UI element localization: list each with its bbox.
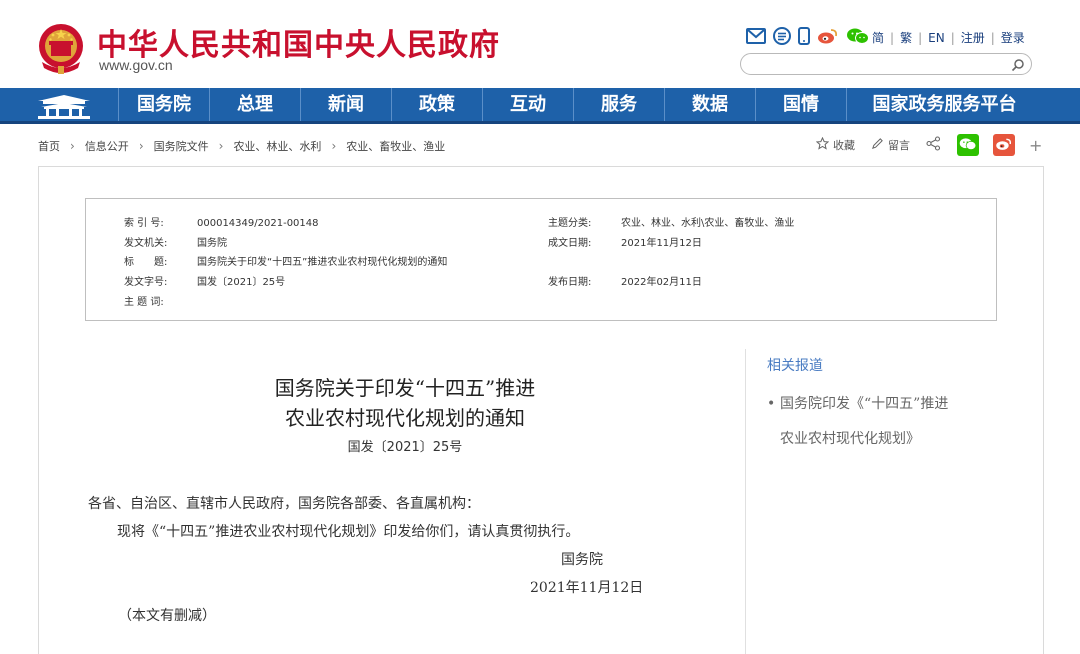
meta-index-row: 索 引 号: 000014349/2021-00148 (124, 214, 319, 229)
chevron-right-icon: › (138, 139, 144, 153)
nav-item-news[interactable]: 新闻 (300, 88, 391, 121)
header-tool-icons (746, 26, 870, 46)
mobile-icon[interactable] (798, 27, 810, 45)
breadcrumb-state-council-docs[interactable]: 国务院文件 (154, 138, 209, 154)
weibo-icon (995, 137, 1013, 154)
nav-item-national-info[interactable]: 国情 (755, 88, 846, 121)
article-date: 2021年11月12日 (530, 580, 644, 596)
chevron-right-icon: › (331, 139, 337, 153)
meta-publish-label: 发布日期: (548, 277, 592, 288)
document-metadata-table: 索 引 号: 000014349/2021-00148 发文机关: 国务院 标 题:… (85, 198, 997, 321)
rss-icon[interactable] (773, 27, 791, 45)
meta-keywords-label: 主 题 词: (124, 297, 164, 308)
nav-item-state-council[interactable]: 国务院 (118, 88, 209, 121)
nav-item-data[interactable]: 数据 (664, 88, 755, 121)
meta-index-label: 索 引 号: (124, 218, 164, 229)
star-icon (815, 136, 830, 153)
search-icon[interactable] (1011, 57, 1025, 72)
meta-docno-value: 国发〔2021〕25号 (197, 277, 286, 288)
meta-date-written-value: 2021年11月12日 (621, 238, 702, 249)
meta-topic-row: 主题分类: 农业、林业、水利\农业、畜牧业、渔业 (548, 214, 794, 229)
share-weibo-button[interactable] (993, 134, 1015, 156)
meta-date-written-row: 成文日期: 2021年11月12日 (548, 234, 702, 249)
wechat-icon[interactable] (846, 27, 870, 45)
lang-english-link[interactable]: EN (928, 31, 945, 45)
divider: | (990, 30, 995, 45)
divider: | (890, 30, 895, 45)
login-link[interactable]: 登录 (1001, 29, 1025, 46)
nav-items: 国务院 总理 新闻 政策 互动 服务 数据 国情 国家政务服务平台 (118, 88, 1042, 121)
article-title: 国务院关于印发“十四五”推进 农业农村现代化规划的通知 (200, 373, 610, 433)
meta-topic-value: 农业、林业、水利\农业、畜牧业、渔业 (621, 218, 795, 229)
divider: | (950, 30, 955, 45)
wechat-icon (959, 137, 977, 154)
divider: | (918, 30, 923, 45)
nav-item-service-platform[interactable]: 国家政务服务平台 (846, 88, 1042, 121)
site-header: 中华人民共和国中央人民政府 www.gov.cn 简 | 繁 | EN | 注册… (0, 0, 1080, 88)
nav-item-interaction[interactable]: 互动 (482, 88, 573, 121)
share-wechat-button[interactable] (957, 134, 979, 156)
share-icon (926, 136, 941, 154)
related-reports-title: 相关报道 (767, 358, 823, 374)
register-link[interactable]: 注册 (961, 29, 985, 46)
meta-publish-value: 2022年02月11日 (621, 277, 702, 288)
article-actions: 收藏 留言 + (815, 134, 1042, 156)
weibo-icon[interactable] (817, 27, 839, 45)
meta-title-row: 标 题: 国务院关于印发“十四五”推进农业农村现代化规划的通知 (124, 253, 447, 268)
related-report-line2[interactable]: 农业农村现代化规划》 (767, 422, 997, 457)
national-emblem-icon[interactable] (36, 22, 86, 76)
related-report-link[interactable]: • 国务院印发《“十四五”推进 农业农村现代化规划》 (767, 387, 997, 457)
meta-docno-label: 发文字号: (124, 277, 168, 288)
breadcrumb-info-disclosure[interactable]: 信息公开 (85, 138, 129, 154)
related-report-line1[interactable]: 国务院印发《“十四五”推进 (767, 387, 997, 422)
search-input[interactable] (740, 53, 1032, 75)
meta-issuer-row: 发文机关: 国务院 (124, 234, 227, 249)
language-links: 简 | 繁 | EN | 注册 | 登录 (872, 29, 1025, 46)
related-reports-sidebar: 相关报道 • 国务院印发《“十四五”推进 农业农村现代化规划》 (745, 349, 1015, 654)
pencil-icon (871, 137, 884, 153)
home-gate-icon[interactable] (34, 92, 94, 120)
bullet-icon: • (767, 396, 776, 412)
meta-date-written-label: 成文日期: (548, 238, 592, 249)
article-note: （本文有删减） (118, 608, 216, 624)
nav-item-services[interactable]: 服务 (573, 88, 664, 121)
comment-button[interactable]: 留言 (871, 137, 910, 153)
meta-topic-label: 主题分类: (548, 218, 592, 229)
article-title-line1: 国务院关于印发“十四五”推进 (274, 376, 536, 400)
meta-title-label: 标 题: (124, 257, 168, 268)
article-salutation: 各省、自治区、直辖市人民政府，国务院各部委、各直属机构： (88, 496, 480, 512)
meta-publish-row: 发布日期: 2022年02月11日 (548, 273, 702, 288)
more-share-icon[interactable]: + (1029, 136, 1042, 155)
share-button[interactable] (926, 136, 941, 154)
comment-label: 留言 (888, 139, 910, 152)
breadcrumb-home[interactable]: 首页 (38, 138, 60, 154)
meta-index-value: 000014349/2021-00148 (197, 218, 319, 229)
site-domain[interactable]: www.gov.cn (99, 57, 173, 73)
breadcrumb: 首页 › 信息公开 › 国务院文件 › 农业、林业、水利 › 农业、畜牧业、渔业 (38, 138, 445, 154)
lang-traditional-link[interactable]: 繁 (900, 29, 912, 46)
breadcrumb-agriculture[interactable]: 农业、林业、水利 (233, 138, 321, 154)
meta-keywords-row: 主 题 词: (124, 293, 197, 308)
chevron-right-icon: › (218, 139, 224, 153)
article-doc-number: 国发〔2021〕25号 (347, 440, 463, 455)
breadcrumb-farming[interactable]: 农业、畜牧业、渔业 (346, 138, 445, 154)
article-signer: 国务院 (561, 552, 603, 568)
meta-issuer-label: 发文机关: (124, 238, 168, 249)
favorite-label: 收藏 (833, 139, 855, 152)
meta-docno-row: 发文字号: 国发〔2021〕25号 (124, 273, 285, 288)
favorite-button[interactable]: 收藏 (815, 136, 855, 153)
meta-issuer-value: 国务院 (197, 238, 227, 249)
main-nav: 国务院 总理 新闻 政策 互动 服务 数据 国情 国家政务服务平台 (0, 88, 1080, 124)
nav-item-policy[interactable]: 政策 (391, 88, 482, 121)
article-body-paragraph: 现将《“十四五”推进农业农村现代化规划》印发给你们，请认真贯彻执行。 (117, 524, 580, 540)
article-title-line2: 农业农村现代化规划的通知 (285, 406, 525, 430)
nav-item-premier[interactable]: 总理 (209, 88, 300, 121)
lang-simplified-link[interactable]: 简 (872, 29, 884, 46)
chevron-right-icon: › (70, 139, 75, 153)
meta-title-value: 国务院关于印发“十四五”推进农业农村现代化规划的通知 (197, 257, 448, 268)
mail-icon[interactable] (746, 28, 766, 44)
